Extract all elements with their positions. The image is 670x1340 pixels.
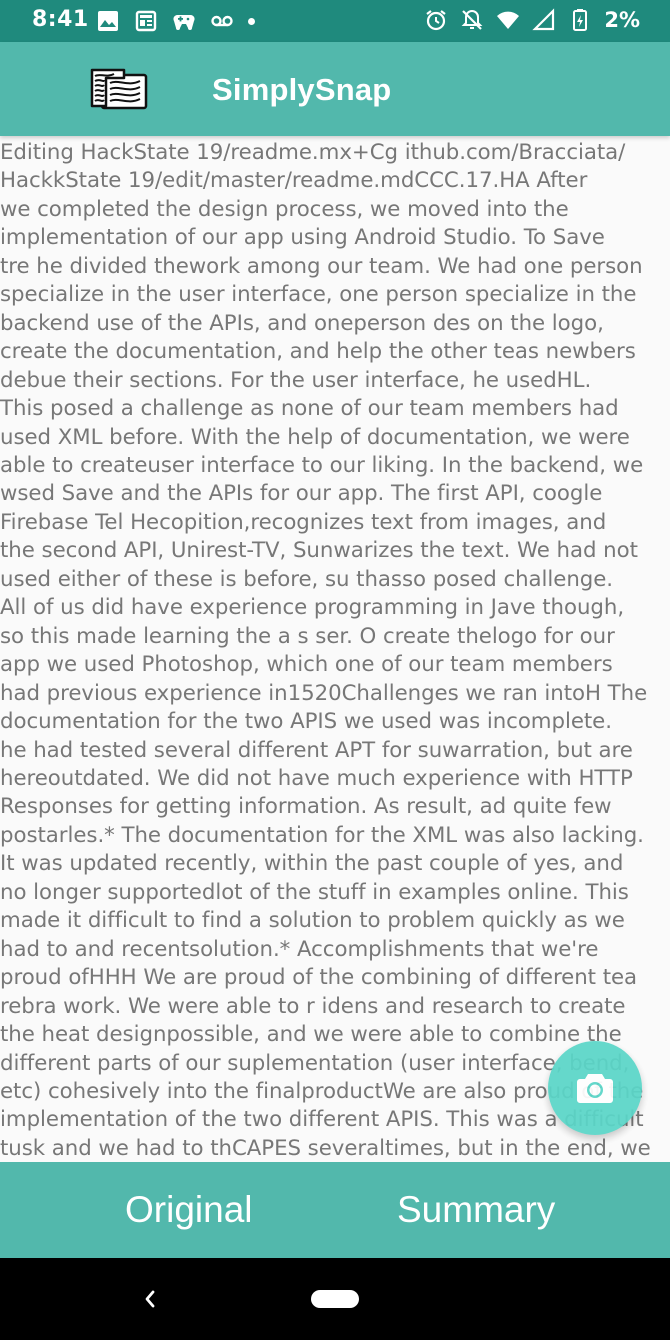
- battery-percent: 2%: [604, 8, 640, 32]
- camera-icon: [577, 1074, 613, 1103]
- dot-icon: [248, 17, 255, 25]
- news-icon: [135, 10, 157, 32]
- camera-button[interactable]: [548, 1041, 642, 1135]
- back-chevron-icon[interactable]: [140, 1286, 160, 1312]
- status-bar: 8:41 2%: [0, 0, 670, 42]
- alarm-icon: [426, 10, 447, 31]
- home-pill-icon[interactable]: [311, 1290, 359, 1308]
- wifi-icon: [497, 11, 520, 29]
- game-controller-icon: [173, 15, 195, 30]
- image-icon: [98, 11, 118, 31]
- scanned-document-logo-icon: [90, 68, 148, 110]
- battery-charging-icon: [573, 9, 588, 31]
- status-icons-left: [96, 9, 255, 33]
- tab-summary-label: Summary: [397, 1189, 556, 1230]
- app-title: SimplySnap: [212, 72, 392, 107]
- bottom-bar: Original Summary: [0, 1162, 670, 1258]
- tab-original-label: Original: [125, 1189, 253, 1230]
- tab-original[interactable]: Original: [24, 1162, 359, 1258]
- signal-icon: [532, 8, 555, 31]
- notifications-off-icon: [461, 9, 483, 30]
- status-time: 8:41: [32, 7, 89, 32]
- system-nav-bar: [0, 1258, 670, 1340]
- recognized-text: Editing HackState 19/readme.mx+Cg ithub.…: [0, 140, 651, 1161]
- app-bar: SimplySnap: [0, 42, 670, 136]
- voicemail-icon: [211, 15, 233, 27]
- status-icons-right: 2%: [424, 8, 640, 32]
- text-content-area[interactable]: Editing HackState 19/readme.mx+Cg ithub.…: [0, 136, 670, 1162]
- tab-summary[interactable]: Summary: [335, 1162, 670, 1258]
